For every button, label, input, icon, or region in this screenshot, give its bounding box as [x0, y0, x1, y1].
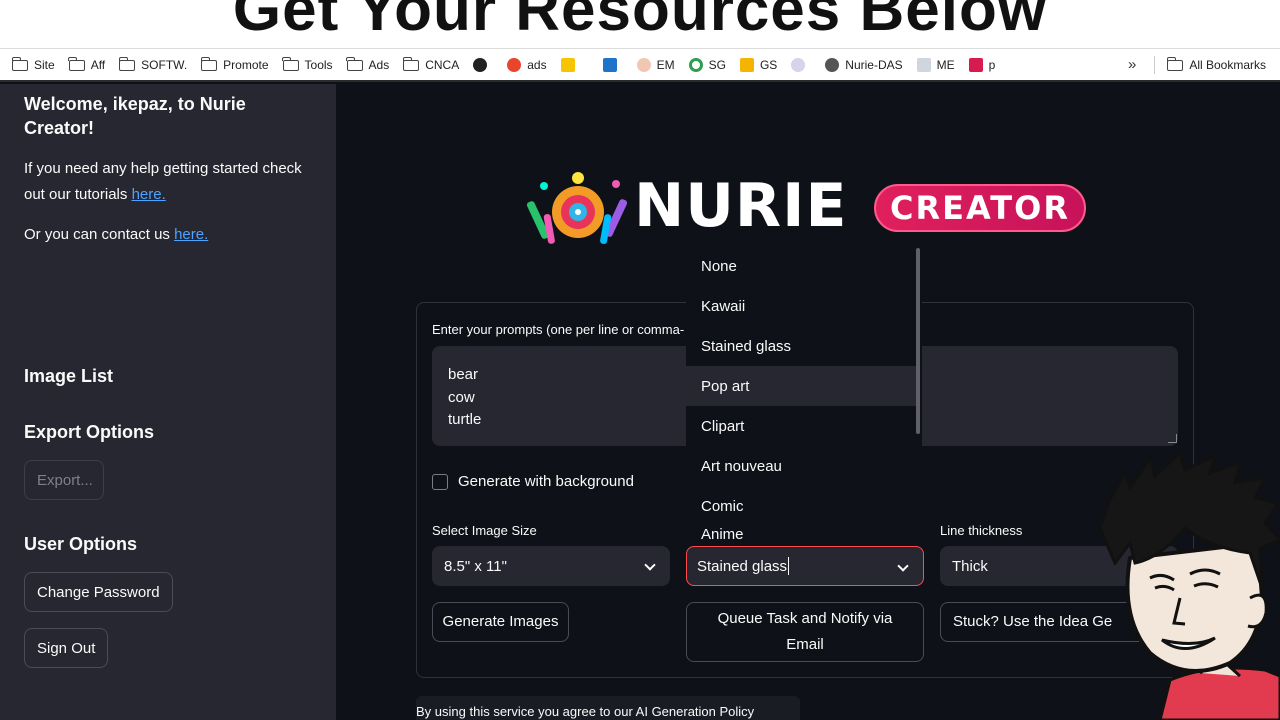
chevron-down-icon [897, 560, 909, 572]
sg-icon [688, 57, 703, 72]
logo-badge: CREATOR [874, 184, 1086, 232]
dropdown-scrollbar[interactable] [916, 248, 920, 434]
bookmark-ads[interactable]: ads [507, 53, 547, 77]
chevron-down-icon [644, 559, 656, 571]
export-options-heading: Export Options [24, 422, 154, 442]
bookmark-gs[interactable]: GS [739, 53, 777, 77]
change-password-button[interactable]: Change Password [24, 572, 173, 612]
keep-icon [560, 57, 575, 72]
folder-icon [200, 57, 218, 71]
bookmark-site-icon[interactable] [791, 53, 811, 77]
bookmark-em[interactable]: EM [636, 53, 675, 77]
bookmark-nurie-das[interactable]: Nurie-DAS [825, 53, 903, 77]
bookmark-outlook[interactable] [602, 53, 623, 77]
bookmark-sg[interactable]: SG [688, 53, 726, 77]
policy-notice: By using this service you agree to our A… [416, 696, 800, 720]
bookmark-promote[interactable]: Promote [200, 53, 269, 77]
queue-task-button[interactable]: Queue Task and Notify via Email [686, 602, 924, 662]
folder-icon [402, 57, 420, 71]
bookmarks-bar: Site Aff SOFTW. Promote Tools Ads CNCA a… [0, 48, 1280, 82]
background-checkbox-label: Generate with background [458, 473, 634, 490]
sign-out-button[interactable]: Sign Out [24, 628, 109, 668]
slides-icon [739, 57, 754, 72]
image-size-label: Select Image Size [432, 523, 537, 538]
export-button[interactable]: Export... [24, 460, 104, 500]
generate-images-button[interactable]: Generate Images [432, 602, 569, 642]
style-select[interactable]: Stained glass [686, 546, 924, 586]
folder-icon [1166, 57, 1184, 71]
style-option[interactable]: None [686, 246, 916, 286]
crown-icon [968, 57, 983, 72]
bookmark-site[interactable]: Site [11, 53, 55, 77]
style-option[interactable]: Art nouveau [686, 446, 916, 486]
openai-icon [473, 57, 488, 72]
welcome-heading: Welcome, ikepaz, to Nurie Creator! [24, 94, 246, 138]
bookmark-tools[interactable]: Tools [282, 53, 333, 77]
folder-icon [118, 57, 136, 71]
bookmark-keep[interactable] [560, 53, 581, 77]
image-size-select[interactable]: 8.5" x 11" [432, 546, 670, 586]
bookmark-me[interactable]: ME [916, 53, 955, 77]
style-option[interactable]: Comic [686, 486, 916, 526]
overlay-caption: Get Your Resources Below [232, 0, 1048, 44]
bookmark-cnca[interactable]: CNCA [402, 53, 459, 77]
bookmarks-more-button[interactable]: » [1128, 53, 1136, 77]
style-option[interactable]: Kawaii [686, 286, 916, 326]
bookmark-ads-folder[interactable]: Ads [346, 53, 389, 77]
bookmark-openai[interactable] [473, 53, 493, 77]
globe-icon [825, 57, 840, 72]
background-checkbox[interactable] [432, 474, 448, 490]
help-text: If you need any help getting started che… [24, 160, 302, 203]
image-list-heading: Image List [24, 366, 114, 386]
nurie-creator-logo: NURIE CREATOR [524, 170, 1086, 246]
all-bookmarks-button[interactable]: All Bookmarks [1166, 53, 1266, 77]
logo-art-icon [526, 172, 628, 245]
hand-icon [636, 57, 651, 72]
outlook-icon [602, 57, 617, 72]
folder-icon [346, 57, 363, 71]
bookmarks-separator [1154, 55, 1156, 74]
overlay-caption-banner: Get Your Resources Below [0, 0, 1280, 48]
bookmark-p[interactable]: p [968, 53, 995, 77]
style-option[interactable]: Stained glass [686, 326, 916, 366]
line-thickness-label: Line thickness [940, 523, 1023, 538]
folder-icon [11, 57, 28, 71]
bookmark-aff[interactable]: Aff [68, 53, 105, 77]
contact-text: Or you can contact us here. [24, 226, 209, 243]
style-option[interactable]: Anime [686, 526, 916, 546]
site-icon [791, 57, 806, 72]
bookmark-softw[interactable]: SOFTW. [118, 53, 187, 77]
logo-title: NURIE [634, 171, 848, 241]
user-options-heading: User Options [24, 534, 138, 554]
style-dropdown-list: None Kawaii Stained glass Pop art Clipar… [686, 246, 922, 546]
folder-icon [282, 57, 299, 71]
presenter-avatar [1098, 450, 1280, 720]
style-option[interactable]: Clipart [686, 406, 916, 446]
style-option-highlighted[interactable]: Pop art [686, 366, 916, 406]
resize-handle-icon[interactable] [1168, 434, 1177, 443]
ads-icon [507, 57, 522, 72]
tutorials-link[interactable]: here. [132, 186, 166, 203]
folder-icon [68, 57, 85, 71]
contact-link[interactable]: here. [174, 226, 208, 243]
page-icon [916, 57, 931, 72]
prompt-label: Enter your prompts (one per line or comm… [432, 322, 685, 337]
text-caret [788, 557, 790, 575]
